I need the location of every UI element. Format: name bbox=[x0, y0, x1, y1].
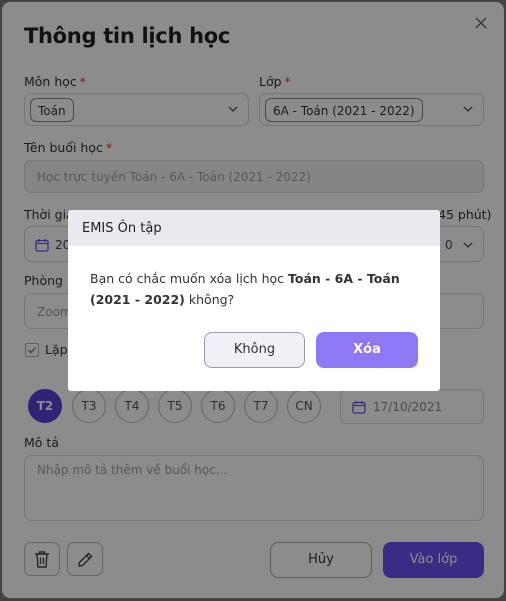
dialog-delete-button[interactable]: Xóa bbox=[316, 332, 418, 368]
confirm-delete-dialog: EMIS Ôn tập Bạn có chắc muốn xóa lịch họ… bbox=[68, 210, 440, 391]
dialog-title: EMIS Ôn tập bbox=[82, 221, 162, 236]
dialog-header: EMIS Ôn tập bbox=[68, 210, 440, 246]
dialog-message: Bạn có chắc muốn xóa lịch học Toán - 6A … bbox=[90, 271, 400, 307]
dialog-no-button[interactable]: Không bbox=[204, 332, 305, 368]
